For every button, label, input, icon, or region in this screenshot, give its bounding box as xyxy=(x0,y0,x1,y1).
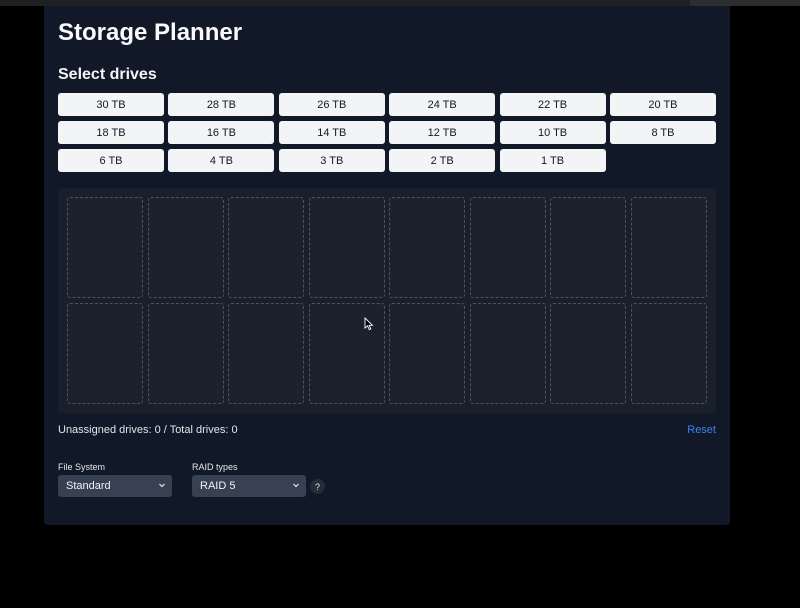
drive-bay-slot[interactable] xyxy=(469,197,546,298)
drive-size-button[interactable]: 10 TB xyxy=(499,121,606,144)
reset-link[interactable]: Reset xyxy=(687,424,716,436)
drive-size-button[interactable]: 30 TB xyxy=(58,93,164,116)
file-system-select[interactable]: Standard xyxy=(58,475,172,497)
mouse-cursor-icon xyxy=(364,317,374,331)
drive-size-button[interactable]: 6 TB xyxy=(58,149,164,172)
drive-bay-slot[interactable] xyxy=(147,197,224,298)
drive-bay-slot[interactable] xyxy=(67,197,143,298)
drive-bay-slot[interactable] xyxy=(389,197,465,298)
select-drives-heading: Select drives xyxy=(58,66,157,83)
chevron-down-icon xyxy=(159,483,165,488)
drive-size-button[interactable]: 2 TB xyxy=(389,149,496,172)
drive-size-button[interactable]: 26 TB xyxy=(278,93,385,116)
drive-bay-area xyxy=(58,188,716,413)
drive-size-buttons: 30 TB 28 TB 26 TB 24 TB 22 TB 20 TB 18 TB 16 TB… xyxy=(58,93,716,172)
drive-summary: Unassigned drives: 0 / Total drives: 0 xyxy=(58,424,238,436)
raid-types-label: RAID types xyxy=(192,462,238,472)
drive-size-button[interactable]: 3 TB xyxy=(278,149,385,172)
drive-bay-grid xyxy=(67,197,707,404)
drive-size-button[interactable]: 8 TB xyxy=(609,121,716,144)
drive-bay-slot[interactable] xyxy=(630,303,707,404)
help-icon[interactable]: ? xyxy=(310,479,325,494)
drive-size-button[interactable]: 18 TB xyxy=(58,121,164,144)
raid-types-select[interactable]: RAID 5 xyxy=(192,475,306,497)
drive-bay-slot[interactable] xyxy=(228,303,304,404)
drive-size-button[interactable]: 20 TB xyxy=(609,93,716,116)
drive-bay-slot[interactable] xyxy=(389,303,465,404)
chevron-down-icon xyxy=(293,483,299,488)
raid-types-value: RAID 5 xyxy=(200,480,236,492)
drive-size-button[interactable]: 4 TB xyxy=(168,149,275,172)
drive-size-button[interactable]: 1 TB xyxy=(499,149,606,172)
file-system-label: File System xyxy=(58,462,106,472)
drive-bay-slot[interactable] xyxy=(228,197,304,298)
drive-bay-slot[interactable] xyxy=(67,303,143,404)
drive-bay-slot[interactable] xyxy=(550,197,626,298)
drive-bay-slot[interactable] xyxy=(308,197,385,298)
drive-size-button[interactable]: 22 TB xyxy=(499,93,606,116)
drive-bay-slot[interactable] xyxy=(630,197,707,298)
drive-size-button[interactable]: 16 TB xyxy=(168,121,275,144)
page-title: Storage Planner xyxy=(58,19,243,46)
drive-bay-slot[interactable] xyxy=(147,303,224,404)
planner-panel: Storage Planner Select drives 30 TB 28 TB… xyxy=(44,6,730,525)
drive-size-button[interactable]: 14 TB xyxy=(278,121,385,144)
drive-size-button[interactable]: 28 TB xyxy=(168,93,275,116)
drive-bay-slot[interactable] xyxy=(469,303,546,404)
drive-size-button[interactable]: 24 TB xyxy=(389,93,496,116)
file-system-value: Standard xyxy=(66,480,111,492)
drive-size-button[interactable]: 12 TB xyxy=(389,121,496,144)
drive-bay-slot[interactable] xyxy=(550,303,626,404)
